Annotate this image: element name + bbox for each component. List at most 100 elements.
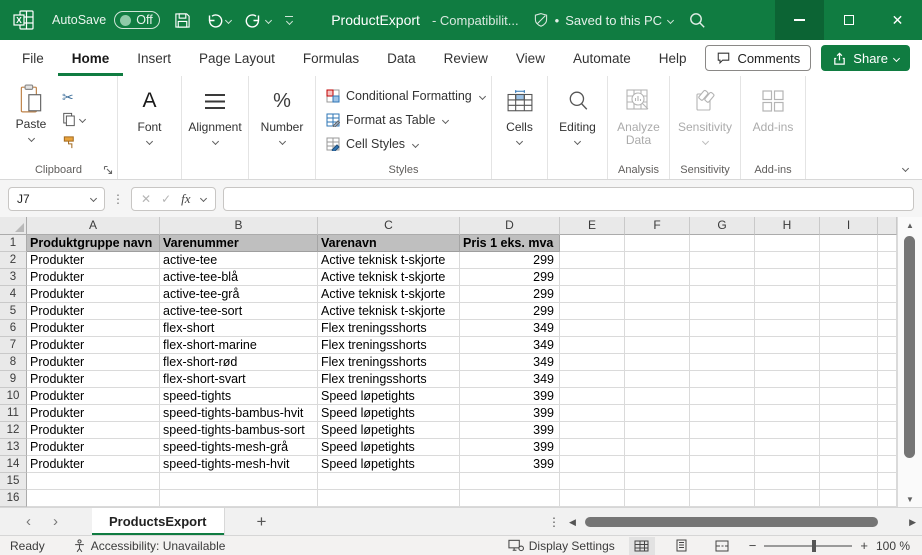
- cell-D7[interactable]: 349: [460, 337, 560, 354]
- cell-I9[interactable]: [820, 371, 878, 388]
- scroll-up-button[interactable]: ▲: [898, 217, 922, 233]
- alignment-group-button[interactable]: Alignment: [182, 76, 249, 179]
- cell-H10[interactable]: [755, 388, 820, 405]
- enter-button[interactable]: ✓: [161, 192, 171, 206]
- cell-A12[interactable]: Produkter: [27, 422, 160, 439]
- cell-H13[interactable]: [755, 439, 820, 456]
- cell-B4[interactable]: active-tee-grå: [160, 286, 318, 303]
- vertical-scrollbar-thumb[interactable]: [904, 236, 915, 458]
- zoom-slider[interactable]: [764, 545, 852, 547]
- cell-A13[interactable]: Produkter: [27, 439, 160, 456]
- cell-I16[interactable]: [820, 490, 878, 507]
- cell-G8[interactable]: [690, 354, 755, 371]
- cell-B2[interactable]: active-tee: [160, 252, 318, 269]
- cell-D10[interactable]: 399: [460, 388, 560, 405]
- autosave-toggle[interactable]: Off: [114, 11, 160, 29]
- cell-B14[interactable]: speed-tights-mesh-hvit: [160, 456, 318, 473]
- cell-E7[interactable]: [560, 337, 625, 354]
- cell-B11[interactable]: speed-tights-bambus-hvit: [160, 405, 318, 422]
- cell-H15[interactable]: [755, 473, 820, 490]
- hscroll-left-button[interactable]: ◀: [569, 517, 576, 528]
- tab-review[interactable]: Review: [430, 40, 502, 76]
- cell-E6[interactable]: [560, 320, 625, 337]
- cell-C6[interactable]: Flex treningsshorts: [318, 320, 460, 337]
- cell-A4[interactable]: Produkter: [27, 286, 160, 303]
- cell-B15[interactable]: [160, 473, 318, 490]
- cell-G1[interactable]: [690, 235, 755, 252]
- cell-I3[interactable]: [820, 269, 878, 286]
- cell-F10[interactable]: [625, 388, 690, 405]
- cell-A5[interactable]: Produkter: [27, 303, 160, 320]
- cell-F6[interactable]: [625, 320, 690, 337]
- column-header-G[interactable]: G: [690, 217, 755, 235]
- row-header-6[interactable]: 6: [0, 320, 27, 337]
- minimize-button[interactable]: [775, 0, 824, 40]
- display-settings-button[interactable]: Display Settings: [508, 539, 615, 553]
- cell-C14[interactable]: Speed løpetights: [318, 456, 460, 473]
- row-header-12[interactable]: 12: [0, 422, 27, 439]
- sheet-tab-productsexport[interactable]: ProductsExport: [92, 508, 225, 536]
- font-group-button[interactable]: A Font: [118, 76, 182, 179]
- cell-G15[interactable]: [690, 473, 755, 490]
- row-header-15[interactable]: 15: [0, 473, 27, 490]
- cell-C15[interactable]: [318, 473, 460, 490]
- maximize-button[interactable]: [824, 0, 873, 40]
- cell-A16[interactable]: [27, 490, 160, 507]
- cell-I12[interactable]: [820, 422, 878, 439]
- cell-I5[interactable]: [820, 303, 878, 320]
- cell-G3[interactable]: [690, 269, 755, 286]
- cell-G16[interactable]: [690, 490, 755, 507]
- cell-F15[interactable]: [625, 473, 690, 490]
- cell-C9[interactable]: Flex treningsshorts: [318, 371, 460, 388]
- cell-G7[interactable]: [690, 337, 755, 354]
- cell-A11[interactable]: Produkter: [27, 405, 160, 422]
- cell-B9[interactable]: flex-short-svart: [160, 371, 318, 388]
- conditional-formatting-button[interactable]: Conditional Formatting: [326, 84, 491, 108]
- search-button[interactable]: [688, 11, 706, 29]
- row-header-13[interactable]: 13: [0, 439, 27, 456]
- column-header-D[interactable]: D: [460, 217, 560, 235]
- cell-B5[interactable]: active-tee-sort: [160, 303, 318, 320]
- cell-F8[interactable]: [625, 354, 690, 371]
- view-page-break-button[interactable]: [709, 537, 735, 555]
- sheet-nav-right-button[interactable]: ›: [53, 514, 58, 529]
- cell-G11[interactable]: [690, 405, 755, 422]
- cell-G4[interactable]: [690, 286, 755, 303]
- cell-H1[interactable]: [755, 235, 820, 252]
- redo-button[interactable]: [245, 12, 271, 28]
- cell-G12[interactable]: [690, 422, 755, 439]
- cell-A8[interactable]: Produkter: [27, 354, 160, 371]
- cell-B10[interactable]: speed-tights: [160, 388, 318, 405]
- cell-C3[interactable]: Active teknisk t-skjorte: [318, 269, 460, 286]
- save-button[interactable]: [174, 12, 191, 29]
- cell-F2[interactable]: [625, 252, 690, 269]
- cell-D3[interactable]: 299: [460, 269, 560, 286]
- cell-E9[interactable]: [560, 371, 625, 388]
- chevron-down-icon[interactable]: [199, 195, 206, 202]
- cell-D15[interactable]: [460, 473, 560, 490]
- cell-D2[interactable]: 299: [460, 252, 560, 269]
- cell-B3[interactable]: active-tee-blå: [160, 269, 318, 286]
- row-header-4[interactable]: 4: [0, 286, 27, 303]
- cell-A14[interactable]: Produkter: [27, 456, 160, 473]
- insert-function-button[interactable]: fx: [181, 191, 190, 207]
- cell-D6[interactable]: 349: [460, 320, 560, 337]
- cell-A9[interactable]: Produkter: [27, 371, 160, 388]
- cut-button[interactable]: ✂: [62, 87, 85, 106]
- cell-I14[interactable]: [820, 456, 878, 473]
- add-sheet-button[interactable]: +: [257, 512, 267, 532]
- cancel-button[interactable]: ✕: [141, 192, 151, 206]
- row-header-7[interactable]: 7: [0, 337, 27, 354]
- cell-A3[interactable]: Produkter: [27, 269, 160, 286]
- cell-G5[interactable]: [690, 303, 755, 320]
- cell-E1[interactable]: [560, 235, 625, 252]
- cell-C5[interactable]: Active teknisk t-skjorte: [318, 303, 460, 320]
- clipboard-dialog-launcher[interactable]: [103, 165, 113, 175]
- cell-E8[interactable]: [560, 354, 625, 371]
- row-header-10[interactable]: 10: [0, 388, 27, 405]
- sheet-more-icon[interactable]: ⋮: [548, 515, 560, 529]
- undo-chevron-icon[interactable]: [225, 16, 232, 23]
- row-header-5[interactable]: 5: [0, 303, 27, 320]
- cell-A1[interactable]: Produktgruppe navn: [27, 235, 160, 252]
- cell-A15[interactable]: [27, 473, 160, 490]
